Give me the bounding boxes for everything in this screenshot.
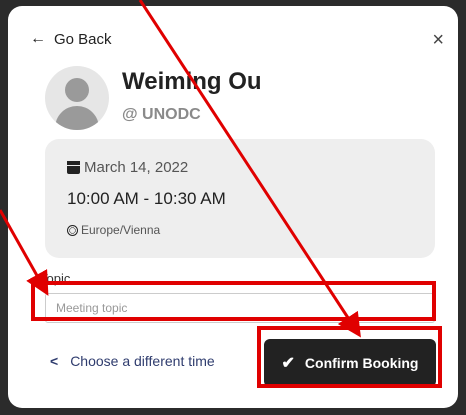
booking-date: March 14, 2022 [67,159,188,176]
booking-date-text: March 14, 2022 [84,159,189,176]
globe-icon [67,224,78,236]
arrow-left-icon: ← [30,30,46,47]
booking-modal: ← Go Back × Weiming Ou @ UNODC March 14,… [8,6,458,408]
topic-label: Topic [40,271,71,286]
choose-different-time-link[interactable]: < Choose a different time [50,353,215,369]
calendar-icon [67,161,80,174]
confirm-booking-button[interactable]: ✔ Confirm Booking [264,339,436,387]
choose-different-time-label: Choose a different time [70,353,215,369]
avatar-body [55,106,99,130]
go-back-label: Go Back [54,30,112,48]
chevron-left-icon: < [50,353,59,369]
host-name: Weiming Ou [122,68,262,95]
booking-timezone: Europe/Vienna [67,223,160,237]
booking-details-card: March 14, 2022 10:00 AM - 10:30 AM Europ… [45,139,435,258]
go-back-link[interactable]: ← Go Back [30,30,112,48]
booking-timezone-text: Europe/Vienna [81,223,161,237]
check-icon: ✔ [281,355,295,372]
confirm-booking-label: Confirm Booking [304,355,419,371]
topic-input[interactable] [45,293,435,323]
booking-time: 10:00 AM - 10:30 AM [67,189,226,208]
avatar [45,66,109,130]
avatar-head [65,78,89,102]
host-org: @ UNODC [122,106,201,123]
close-icon[interactable]: × [432,29,444,52]
